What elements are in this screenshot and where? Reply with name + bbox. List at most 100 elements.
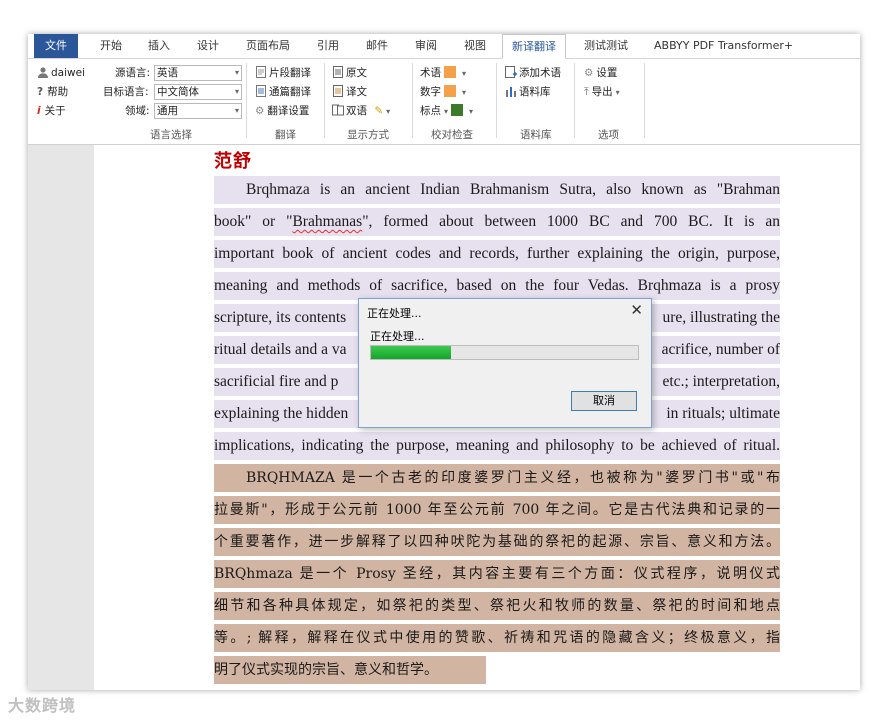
term-check-color[interactable]: 术语 ▾ xyxy=(420,66,466,81)
export-button[interactable]: ⤒ 导出 ▾ xyxy=(584,85,620,100)
tab-file[interactable]: 文件 xyxy=(34,34,78,58)
corpus-button[interactable]: 语料库 xyxy=(505,85,551,99)
term-label: 术语 xyxy=(420,67,441,79)
group-label-proofread: 校对检查 xyxy=(431,129,473,141)
zh-line-2: 拉曼斯"，形成于公元前 1000 年至公元前 700 年之间。它是古代法典和记录… xyxy=(214,496,780,524)
translate-settings-label: 翻译设置 xyxy=(267,105,310,117)
zh-line-7: 明了仪式实现的宗旨、意义和哲学。 xyxy=(214,656,486,684)
show-translation-button[interactable]: 译文 xyxy=(332,85,367,99)
tab-insert[interactable]: 插入 xyxy=(148,34,170,58)
show-bilingual-button[interactable]: 双语 ✎ ▾ xyxy=(332,104,390,119)
domain-value: 通用 xyxy=(157,105,178,117)
export-icon: ⤒ xyxy=(584,86,589,98)
full-translate-label: 通篇翻译 xyxy=(269,86,311,98)
en-line-5-left: scripture, its contents xyxy=(214,309,347,326)
dialog-title: 正在处理... xyxy=(367,307,422,320)
show-original-button[interactable]: 原文 xyxy=(332,66,367,80)
punct-check-color[interactable]: 标点 ▾ ▾ xyxy=(420,104,473,119)
target-lang-value: 中文简体 xyxy=(157,86,199,98)
en-line-2-pre: book" or " xyxy=(214,213,293,230)
en-line-8-right: in rituals; ultimate xyxy=(666,405,780,422)
tab-view[interactable]: 视图 xyxy=(464,34,486,58)
group-label-options: 选项 xyxy=(598,129,619,141)
add-term-icon xyxy=(505,66,517,78)
ribbon: daiwei ? 帮助 i 关于 源语言: 英语 ▾ 目标语言: 中文简体 ▾ 领域: … xyxy=(28,59,860,145)
target-lang-label: 目标语言: xyxy=(103,86,149,98)
chevron-down-icon: ▾ xyxy=(469,107,474,116)
tab-design[interactable]: 设计 xyxy=(197,34,219,58)
tab-test[interactable]: 测试测试 xyxy=(584,34,628,58)
target-lang-select[interactable]: 中文简体 ▾ xyxy=(154,84,242,100)
punct-label: 标点 xyxy=(420,105,441,117)
domain-select[interactable]: 通用 ▾ xyxy=(154,103,242,119)
en-line-6-left: ritual details and a va xyxy=(214,341,347,358)
close-icon[interactable]: ✕ xyxy=(630,301,643,319)
tab-abbyy[interactable]: ABBYY PDF Transformer+ xyxy=(654,34,793,58)
group-separator xyxy=(324,63,325,138)
add-term-button[interactable]: 添加术语 xyxy=(505,66,561,80)
en-line-2: book" or "Brahmanas", formed about betwe… xyxy=(214,208,780,236)
tab-review[interactable]: 审阅 xyxy=(415,34,437,58)
translate-settings-button[interactable]: ⚙ 翻译设置 xyxy=(255,104,309,118)
en-line-5-right: ure, illustrating the xyxy=(662,309,780,326)
export-label: 导出 xyxy=(591,86,613,98)
chevron-down-icon: ▾ xyxy=(234,68,239,77)
show-translation-label: 译文 xyxy=(346,86,367,98)
source-lang-select[interactable]: 英语 ▾ xyxy=(154,65,242,81)
bilingual-icon xyxy=(332,104,344,116)
help-item[interactable]: ? 帮助 xyxy=(37,85,68,99)
highlight-pen-icon: ✎ xyxy=(374,105,384,117)
corpus-label: 语料库 xyxy=(519,86,551,98)
zh-line-1: BRQHMAZA 是一个古老的印度婆罗门主义经，也被称为"婆罗门书"或"布 xyxy=(214,464,780,492)
help-label: 帮助 xyxy=(47,86,69,98)
show-bilingual-label: 双语 xyxy=(346,105,367,117)
fragment-translate-button[interactable]: 片段翻译 xyxy=(255,66,311,80)
menu-bar: 文件 开始 插入 设计 页面布局 引用 邮件 审阅 视图 新译翻译 测试测试 A… xyxy=(28,34,860,59)
zh-line-3: 个重要著作，进一步解释了以四种吠陀为基础的祭祀的起源、宗旨、意义和方法。 xyxy=(214,528,780,556)
progress-fill xyxy=(371,346,452,359)
watermark-logo: 大数跨境 xyxy=(8,696,77,715)
chevron-down-icon: ▾ xyxy=(615,88,620,97)
options-settings-button[interactable]: ⚙ 设置 xyxy=(584,66,617,80)
about-label: 关于 xyxy=(44,105,66,117)
original-doc-icon xyxy=(333,66,343,78)
chevron-down-icon: ▾ xyxy=(234,106,239,115)
en-line-9: implications, indicating the purpose, me… xyxy=(214,432,780,460)
en-line-6-right: acrifice, number of xyxy=(661,341,780,358)
chevron-down-icon: ▾ xyxy=(444,107,449,116)
en-line-7-right: etc.; interpretation, xyxy=(662,373,781,390)
group-separator xyxy=(644,63,645,138)
full-translate-button[interactable]: 通篇翻译 xyxy=(255,85,311,99)
group-label-corpus: 语料库 xyxy=(520,129,552,141)
about-item[interactable]: i 关于 xyxy=(37,104,66,118)
chevron-down-icon: ▾ xyxy=(234,87,239,96)
en-line-8-left: explaining the hidden xyxy=(214,405,349,422)
left-margin-gutter xyxy=(28,145,94,690)
info-icon: i xyxy=(37,105,41,117)
tab-home[interactable]: 开始 xyxy=(100,34,122,58)
spell-flagged-word: Brahmanas xyxy=(292,213,363,230)
number-check-color[interactable]: 数字 ▾ xyxy=(420,85,466,100)
group-separator xyxy=(574,63,575,138)
dialog-message: 正在处理... xyxy=(370,330,425,343)
color-swatch xyxy=(444,85,456,97)
bar-chart-icon xyxy=(506,87,516,97)
color-swatch xyxy=(451,104,464,116)
tab-mailings[interactable]: 邮件 xyxy=(366,34,388,58)
fragment-doc-icon xyxy=(256,66,266,78)
en-line-2-post: ", formed about between 1000 BC and 700 … xyxy=(362,213,780,230)
group-separator xyxy=(246,63,247,138)
cancel-button[interactable]: 取消 xyxy=(571,391,637,411)
tab-layout[interactable]: 页面布局 xyxy=(246,34,290,58)
user-item[interactable]: daiwei xyxy=(37,66,85,80)
chevron-down-icon: ▾ xyxy=(462,69,467,78)
source-lang-label: 源语言: xyxy=(115,67,151,79)
group-label-display: 显示方式 xyxy=(347,129,389,141)
en-line-3: important book of ancient codes and reco… xyxy=(214,240,780,268)
en-line-4: meaning and methods of sacrifice, based … xyxy=(214,272,780,300)
tab-references[interactable]: 引用 xyxy=(317,34,339,58)
tab-xinyi-translate[interactable]: 新译翻译 xyxy=(502,34,566,59)
group-label-language: 语言选择 xyxy=(150,129,192,141)
number-label: 数字 xyxy=(420,86,441,98)
group-label-translate: 翻译 xyxy=(275,129,296,141)
